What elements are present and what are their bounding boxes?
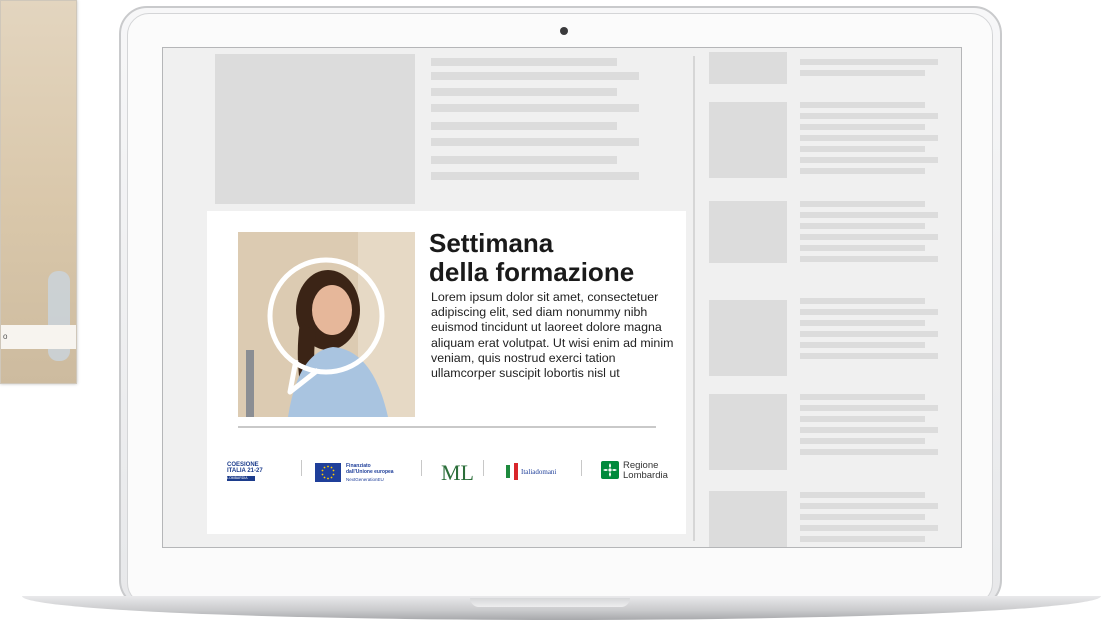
logo-separator	[581, 460, 582, 476]
text-placeholder	[431, 72, 639, 80]
text-placeholder	[800, 157, 938, 163]
text-placeholder	[800, 320, 925, 326]
woman-photo	[238, 232, 415, 417]
coesione-sub-label: ITALIA 21-27	[227, 468, 263, 474]
banner-title-line1: Settimana	[429, 228, 554, 258]
text-placeholder	[800, 146, 925, 152]
text-placeholder	[800, 124, 925, 130]
text-placeholder	[800, 113, 938, 119]
text-placeholder	[431, 88, 617, 96]
image-placeholder	[215, 54, 415, 204]
text-placeholder	[800, 342, 925, 348]
text-placeholder	[431, 138, 639, 146]
text-placeholder	[800, 536, 925, 542]
adjacent-preview-card: o	[0, 0, 77, 384]
logo-separator	[421, 460, 422, 476]
preview-caption-strip: o	[1, 325, 76, 349]
coesione-region-label: LOMBARDIA	[227, 476, 255, 481]
text-placeholder	[800, 353, 938, 359]
text-placeholder	[800, 514, 925, 520]
text-placeholder	[800, 331, 938, 337]
thumb-placeholder	[709, 201, 787, 263]
text-placeholder	[800, 223, 925, 229]
thumb-placeholder	[709, 102, 787, 178]
text-placeholder	[800, 298, 925, 304]
eu-union-label: dall'Unione europea	[346, 468, 394, 475]
text-placeholder	[800, 427, 938, 433]
portrait-illustration	[238, 232, 415, 417]
thumb-placeholder	[709, 52, 787, 84]
text-placeholder	[800, 416, 925, 422]
banner-title: Settimana della formazione	[429, 229, 634, 287]
sponsor-logos: COESIONE ITALIA 21-27 LOMBARDIA Finanzia…	[207, 446, 686, 486]
promo-banner[interactable]: Settimana della formazione Lorem ipsum d…	[207, 211, 686, 534]
banner-divider	[238, 426, 656, 428]
next-generation-label: NextGenerationEU	[346, 477, 384, 482]
text-placeholder	[800, 70, 925, 76]
italia-domani-logo: Italiadomani	[500, 446, 570, 486]
text-placeholder	[800, 102, 925, 108]
text-placeholder	[800, 256, 938, 262]
text-placeholder	[800, 59, 938, 65]
webcam-icon	[560, 27, 568, 35]
text-placeholder	[431, 156, 617, 164]
text-placeholder	[800, 135, 938, 141]
italia-domani-label: Italiadomani	[521, 468, 557, 476]
text-placeholder	[431, 58, 617, 66]
thumb-placeholder	[709, 300, 787, 376]
text-placeholder	[800, 449, 938, 455]
banner-body-text: Lorem ipsum dolor sit amet, consectetuer…	[431, 290, 674, 381]
regione-lombardia-logo: Regione Lombardia	[601, 446, 679, 486]
ministry-logo: ML	[441, 446, 474, 486]
eu-funding-logo: Finanziato dall'Unione europea NextGener…	[315, 446, 410, 486]
column-divider	[693, 56, 695, 541]
coesione-italia-logo: COESIONE ITALIA 21-27 LOMBARDIA	[227, 446, 293, 486]
text-placeholder	[800, 394, 925, 400]
eu-flag-icon	[315, 463, 341, 482]
thumb-placeholder	[709, 394, 787, 470]
laptop-screen: Settimana della formazione Lorem ipsum d…	[162, 47, 962, 548]
text-placeholder	[800, 234, 938, 240]
text-placeholder	[800, 212, 938, 218]
lombardia-label: Lombardia	[623, 469, 668, 481]
text-placeholder	[800, 168, 925, 174]
lombardia-rose-icon	[601, 461, 619, 479]
italian-flag-icon	[506, 463, 518, 480]
logo-separator	[301, 460, 302, 476]
preview-caption: o	[3, 332, 8, 341]
text-placeholder	[800, 201, 925, 207]
text-placeholder	[800, 492, 925, 498]
text-placeholder	[431, 122, 617, 130]
text-placeholder	[431, 104, 639, 112]
laptop-hinge-notch	[470, 598, 630, 607]
logo-separator	[483, 460, 484, 476]
text-placeholder	[800, 525, 938, 531]
ministry-mark-icon: ML	[441, 460, 474, 485]
thumb-placeholder	[709, 491, 787, 547]
text-placeholder	[431, 172, 639, 180]
text-placeholder	[800, 309, 938, 315]
text-placeholder	[800, 438, 925, 444]
text-placeholder	[800, 405, 938, 411]
banner-title-line2: della formazione	[429, 257, 635, 287]
text-placeholder	[800, 245, 925, 251]
text-placeholder	[800, 503, 938, 509]
